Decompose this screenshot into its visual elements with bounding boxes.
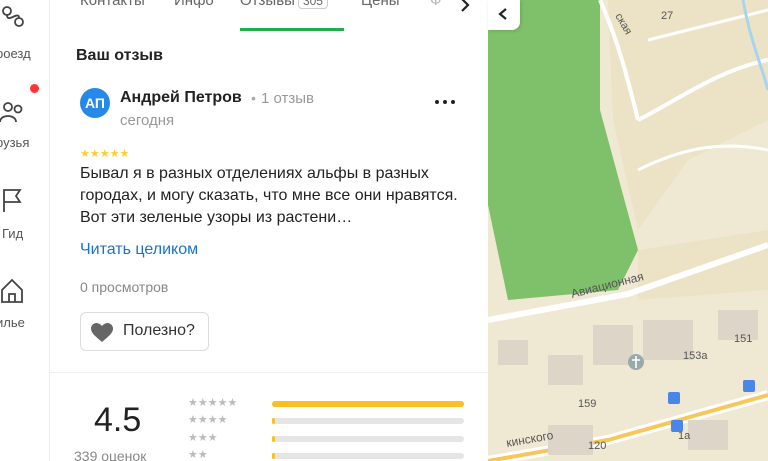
active-tab-indicator <box>240 28 344 31</box>
distribution-stars: ★★★★ <box>188 414 228 426</box>
place-panel: Контакты Инфо Отзывы 305 Цены Ф Ваш отзыв… <box>50 0 488 461</box>
tab-label: Ф <box>430 0 442 9</box>
building <box>548 425 593 455</box>
map-label: 27 <box>661 10 674 22</box>
tab-label: Отзывы <box>240 0 295 9</box>
ratings-total: 339 оценок <box>74 448 147 461</box>
distribution-bar-fill <box>272 418 275 424</box>
distribution-bar-fill <box>272 436 275 442</box>
tab-label: Цены <box>361 0 400 9</box>
avatar[interactable]: АП <box>80 88 110 118</box>
housing-icon <box>1 278 23 303</box>
left-rail: роезд рузья Гид илье <box>0 0 50 461</box>
sidebar-item-guide[interactable]: Гид <box>0 180 49 250</box>
sidebar-item-friends[interactable]: рузья <box>0 90 49 160</box>
more-options-icon[interactable] <box>430 92 460 112</box>
sidebar-item-housing[interactable]: илье <box>0 270 49 340</box>
friends-icon <box>0 102 23 123</box>
building <box>688 420 728 450</box>
bus-stop-icon <box>668 392 680 404</box>
sidebar-item-label: илье <box>0 315 25 330</box>
tab-prices[interactable]: Цены <box>361 0 400 9</box>
tab-contacts[interactable]: Контакты <box>80 0 145 9</box>
sidebar-item-route[interactable]: роезд <box>0 0 49 70</box>
map-label: 153а <box>683 350 708 362</box>
sidebar-item-label: рузья <box>0 135 30 150</box>
chevron-right-icon[interactable] <box>452 0 478 16</box>
route-icon <box>2 6 24 27</box>
review-text: Бывал я в разных отделениях альфы в разн… <box>80 165 458 226</box>
map-label: 151 <box>734 333 753 345</box>
distribution-stars: ★★ <box>188 449 208 461</box>
distribution-bar-fill <box>272 401 464 407</box>
distribution-bar <box>272 401 464 407</box>
author-review-count: 1 отзыв <box>261 90 315 107</box>
map-canvas[interactable] <box>488 0 768 461</box>
tab-count-badge: 305 <box>297 0 328 9</box>
collapse-panel-button[interactable] <box>488 0 520 30</box>
review-author[interactable]: Андрей Петров <box>120 89 242 107</box>
tab-photos[interactable]: Ф <box>430 0 441 9</box>
map-label: 120 <box>588 440 607 452</box>
divider <box>50 372 488 373</box>
tab-label: Контакты <box>80 0 145 9</box>
useful-button[interactable]: Полезно? <box>80 312 209 351</box>
sidebar-item-label: роезд <box>0 46 31 61</box>
tab-label: Инфо <box>174 0 214 9</box>
distribution-bar <box>272 436 464 442</box>
building <box>593 325 633 365</box>
review-stars: ★★★★★ <box>80 148 130 160</box>
distribution-bar <box>272 418 464 424</box>
distribution-bar-fill <box>272 453 275 459</box>
bus-stop-icon <box>743 380 755 392</box>
building <box>548 355 583 385</box>
views-count: 0 просмотров <box>80 279 169 295</box>
building <box>498 340 528 365</box>
useful-label: Полезно? <box>123 322 195 339</box>
flag-icon <box>3 189 22 212</box>
map-label: 1а <box>678 430 691 442</box>
distribution-bar <box>272 453 464 459</box>
tab-reviews[interactable]: Отзывы 305 <box>240 0 328 9</box>
map-view[interactable]: ская 27 Авиационная 153а 151 159 кинског… <box>488 0 768 461</box>
heart-icon <box>91 323 113 342</box>
rating-value: 4.5 <box>94 401 142 439</box>
distribution-stars: ★★★ <box>188 432 218 444</box>
distribution-stars: ★★★★★ <box>188 397 238 409</box>
chevron-left-icon <box>498 8 507 20</box>
map-label: 159 <box>578 398 597 410</box>
sidebar-item-label: Гид <box>2 226 24 241</box>
read-more-link[interactable]: Читать целиком <box>80 241 198 259</box>
review-date: сегодня <box>120 112 175 129</box>
tab-info[interactable]: Инфо <box>174 0 214 9</box>
section-title: Ваш отзыв <box>76 47 163 64</box>
separator-dot: • <box>251 90 256 106</box>
tab-bar: Контакты Инфо Отзывы 305 Цены Ф <box>50 0 488 31</box>
